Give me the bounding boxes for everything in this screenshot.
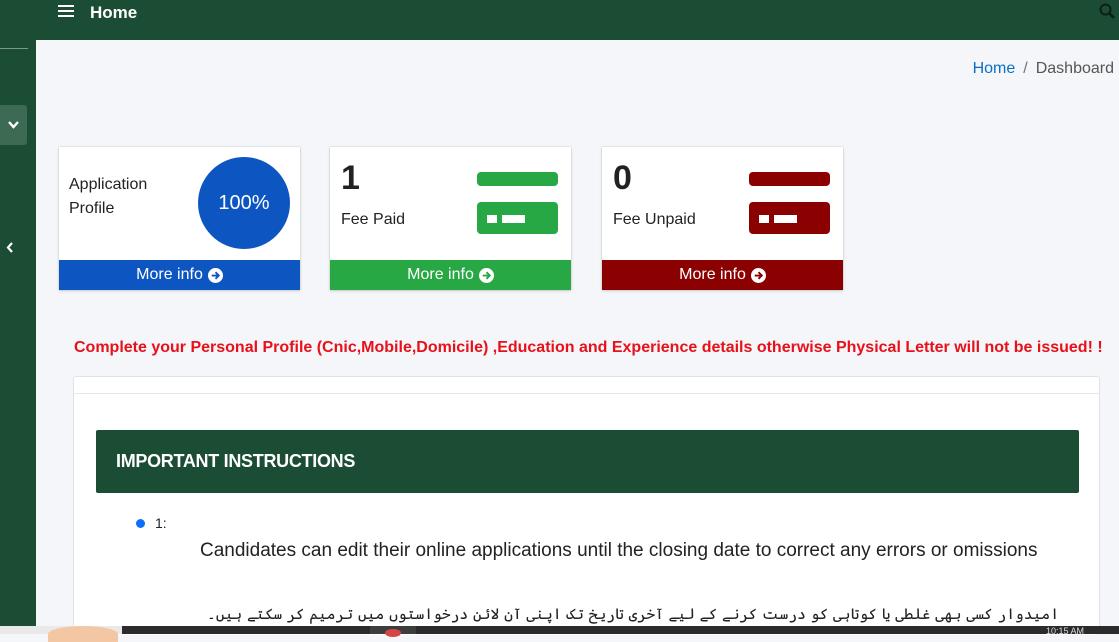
fee-unpaid-label: Fee Unpaid xyxy=(613,211,696,228)
application-profile-card: Application Profile 100% More info xyxy=(59,147,300,290)
more-info-label: More info xyxy=(679,266,746,283)
breadcrumb: Home / Dashboard xyxy=(973,60,1114,78)
profile-warning-notice: Complete your Personal Profile (Cnic,Mob… xyxy=(74,339,1103,356)
profile-progress-circle: 100% xyxy=(198,157,290,249)
card-label: Application Profile xyxy=(69,176,148,217)
fee-unpaid-card: 0 Fee Unpaid More info xyxy=(602,147,843,290)
instructions-header: IMPORTANT INSTRUCTIONS xyxy=(96,430,1079,493)
list-bullet xyxy=(136,519,145,528)
arrow-circle-right-icon xyxy=(478,267,494,283)
arrow-circle-right-icon xyxy=(750,267,766,283)
weather-icon xyxy=(48,626,118,642)
taskbar-clock[interactable]: 10:15 AM xyxy=(1046,626,1084,636)
top-navbar: Home xyxy=(36,0,1119,40)
chevron-down-icon xyxy=(8,121,19,129)
sidebar-collapse-button[interactable] xyxy=(0,232,20,262)
panel-divider xyxy=(74,393,1099,394)
more-info-link[interactable]: More info xyxy=(330,260,571,290)
fee-paid-count: 1 xyxy=(341,159,360,197)
instruction-text-urdu: امیدوار کسی بھی غلطی یا کوتاہی کو درست ک… xyxy=(207,605,1059,623)
taskbar xyxy=(0,626,1119,634)
more-info-link[interactable]: More info xyxy=(59,260,300,290)
fee-unpaid-count: 0 xyxy=(613,159,632,197)
chevron-left-icon xyxy=(6,241,13,253)
instructions-heading: IMPORTANT INSTRUCTIONS xyxy=(116,451,356,471)
breadcrumb-separator: / xyxy=(1023,60,1028,77)
sidebar xyxy=(0,0,36,634)
navbar-home-link[interactable]: Home xyxy=(90,3,137,23)
more-info-label: More info xyxy=(407,266,474,283)
credit-card-icon xyxy=(749,172,830,234)
instructions-panel: IMPORTANT INSTRUCTIONS 1: Candidates can… xyxy=(73,376,1100,635)
more-info-link[interactable]: More info xyxy=(602,260,843,290)
arrow-circle-right-icon xyxy=(207,267,223,283)
more-info-label: More info xyxy=(136,266,203,283)
fee-paid-label: Fee Paid xyxy=(341,211,406,228)
instruction-number: 1: xyxy=(155,515,167,531)
breadcrumb-home-link[interactable]: Home xyxy=(973,60,1016,77)
search-icon[interactable] xyxy=(1099,3,1115,19)
sidebar-dropdown-button[interactable] xyxy=(0,105,27,145)
breadcrumb-current: Dashboard xyxy=(1035,60,1114,77)
app-icon xyxy=(385,629,401,637)
instruction-text-english: Candidates can edit their online applica… xyxy=(200,540,1038,561)
sidebar-divider xyxy=(0,48,28,49)
credit-card-icon xyxy=(477,172,558,234)
hamburger-icon[interactable] xyxy=(58,4,74,18)
progress-value: 100% xyxy=(218,191,270,214)
fee-paid-card: 1 Fee Paid More info xyxy=(330,147,571,290)
